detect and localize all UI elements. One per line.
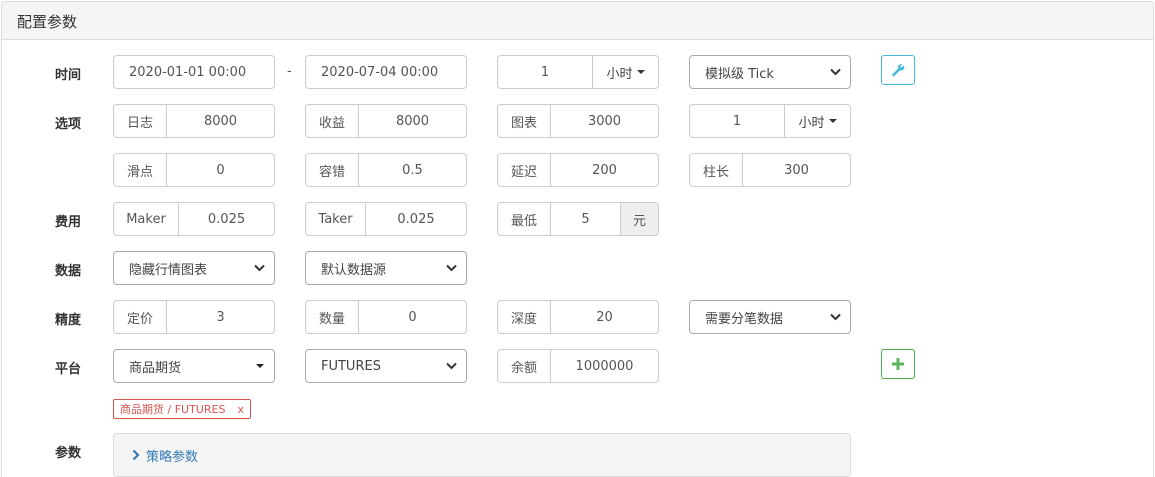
slippage-group: 滑点 0 bbox=[113, 153, 275, 187]
chevron-down-icon bbox=[830, 313, 841, 321]
kline-period-unit: 小时 bbox=[606, 66, 633, 82]
log-limit-input[interactable]: 8000 bbox=[167, 105, 274, 137]
market-value: FUTURES bbox=[321, 358, 381, 374]
platform-tag: 商品期货 / FUTURES x bbox=[113, 399, 251, 419]
chevron-down-icon bbox=[446, 264, 457, 272]
base-period-group: 1 小时 bbox=[689, 104, 851, 138]
date-range-separator: - bbox=[287, 64, 292, 79]
settings-button[interactable] bbox=[881, 55, 915, 85]
bar-length-group: 柱长 300 bbox=[689, 153, 851, 187]
market-select[interactable]: FUTURES bbox=[305, 349, 467, 383]
min-fee-group: 最低 5 元 bbox=[497, 202, 659, 236]
base-period-input[interactable]: 1 bbox=[690, 105, 784, 137]
chevron-down-icon bbox=[446, 362, 457, 370]
profit-limit-input[interactable]: 8000 bbox=[359, 105, 466, 137]
chevron-down-icon bbox=[254, 264, 265, 272]
simulation-mode-value: 模拟级 Tick bbox=[705, 66, 774, 82]
exchange-value: 商品期货 bbox=[129, 360, 182, 376]
log-label: 日志 bbox=[114, 105, 167, 137]
maker-fee-input[interactable]: 0.025 bbox=[179, 203, 274, 235]
caret-down-icon bbox=[828, 119, 837, 123]
chevron-down-icon bbox=[830, 68, 841, 76]
min-fee-input[interactable]: 5 bbox=[551, 203, 620, 235]
label-data: 数据 bbox=[55, 264, 82, 279]
delay-group: 延迟 200 bbox=[497, 153, 659, 187]
trade-data-value: 需要分笔数据 bbox=[705, 311, 784, 327]
depth-input[interactable]: 20 bbox=[551, 301, 658, 333]
delay-label: 延迟 bbox=[498, 154, 551, 186]
caret-down-icon bbox=[256, 364, 264, 368]
chevron-right-icon bbox=[132, 449, 140, 461]
chart-limit-input[interactable]: 3000 bbox=[551, 105, 658, 137]
delay-input[interactable]: 200 bbox=[551, 154, 658, 186]
strategy-params-toggle[interactable]: 策略参数 bbox=[113, 433, 851, 477]
bar-length-label: 柱长 bbox=[690, 154, 743, 186]
simulation-mode-select[interactable]: 模拟级 Tick bbox=[689, 55, 851, 89]
maker-label: Maker bbox=[114, 203, 179, 235]
end-time-input[interactable]: 2020-07-04 00:00 bbox=[305, 55, 467, 89]
taker-fee-group: Taker 0.025 bbox=[305, 202, 467, 236]
label-params: 参数 bbox=[55, 446, 82, 461]
qty-precision-input[interactable]: 0 bbox=[359, 301, 466, 333]
chart-limit-group: 图表 3000 bbox=[497, 104, 659, 138]
min-fee-label: 最低 bbox=[498, 203, 551, 235]
kline-period-input[interactable]: 1 bbox=[498, 56, 592, 88]
plus-icon bbox=[892, 358, 904, 370]
platform-tag-text: 商品期货 / FUTURES bbox=[120, 403, 226, 416]
tolerance-input[interactable]: 0.5 bbox=[359, 154, 466, 186]
label-platform: 平台 bbox=[55, 362, 82, 377]
price-precision-group: 定价 3 bbox=[113, 300, 275, 334]
label-time: 时间 bbox=[55, 68, 82, 83]
label-options: 选项 bbox=[55, 117, 82, 132]
qty-precision-group: 数量 0 bbox=[305, 300, 467, 334]
chart-visibility-select[interactable]: 隐藏行情图表 bbox=[113, 251, 275, 285]
balance-input[interactable]: 1000000 bbox=[551, 350, 658, 382]
price-precision-input[interactable]: 3 bbox=[167, 301, 274, 333]
trade-data-select[interactable]: 需要分笔数据 bbox=[689, 300, 851, 334]
chart-visibility-value: 隐藏行情图表 bbox=[129, 262, 208, 278]
tolerance-label: 容错 bbox=[306, 154, 359, 186]
base-period-unit-dropdown[interactable]: 小时 bbox=[784, 105, 850, 137]
add-platform-button[interactable] bbox=[881, 349, 915, 379]
kline-period-group: 1 小时 bbox=[497, 55, 659, 89]
tolerance-group: 容错 0.5 bbox=[305, 153, 467, 187]
chart-label: 图表 bbox=[498, 105, 551, 137]
bar-length-input[interactable]: 300 bbox=[743, 154, 850, 186]
depth-group: 深度 20 bbox=[497, 300, 659, 334]
balance-group: 余额 1000000 bbox=[497, 349, 659, 383]
balance-label: 余额 bbox=[498, 350, 551, 382]
platform-tag-remove[interactable]: x bbox=[237, 403, 244, 416]
strategy-params-label: 策略参数 bbox=[146, 449, 199, 465]
slippage-label: 滑点 bbox=[114, 154, 167, 186]
slippage-input[interactable]: 0 bbox=[167, 154, 274, 186]
profit-label: 收益 bbox=[306, 105, 359, 137]
qty-precision-label: 数量 bbox=[306, 301, 359, 333]
depth-label: 深度 bbox=[498, 301, 551, 333]
data-source-value: 默认数据源 bbox=[321, 262, 387, 278]
label-fee: 费用 bbox=[55, 215, 82, 230]
data-source-select[interactable]: 默认数据源 bbox=[305, 251, 467, 285]
wrench-icon bbox=[892, 64, 905, 77]
panel-heading: 配置参数 bbox=[2, 2, 1153, 40]
price-precision-label: 定价 bbox=[114, 301, 167, 333]
label-precision: 精度 bbox=[55, 313, 82, 328]
log-limit-group: 日志 8000 bbox=[113, 104, 275, 138]
profit-limit-group: 收益 8000 bbox=[305, 104, 467, 138]
panel-title: 配置参数 bbox=[17, 13, 78, 31]
exchange-select[interactable]: 商品期货 bbox=[113, 349, 275, 383]
taker-label: Taker bbox=[306, 203, 366, 235]
base-period-unit: 小时 bbox=[798, 115, 825, 131]
start-time-input[interactable]: 2020-01-01 00:00 bbox=[113, 55, 275, 89]
min-fee-unit: 元 bbox=[620, 203, 658, 235]
kline-period-unit-dropdown[interactable]: 小时 bbox=[592, 56, 658, 88]
caret-down-icon bbox=[636, 70, 645, 74]
taker-fee-input[interactable]: 0.025 bbox=[366, 203, 466, 235]
maker-fee-group: Maker 0.025 bbox=[113, 202, 275, 236]
